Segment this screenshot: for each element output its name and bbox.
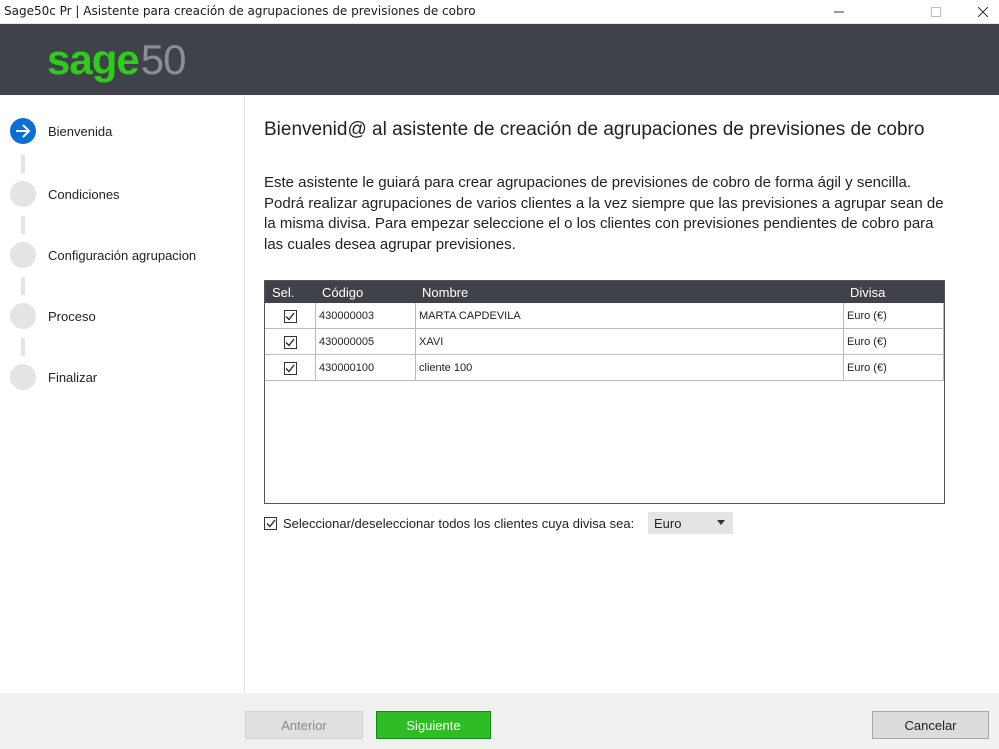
grid-header: Sel. Código Nombre Divisa	[265, 281, 944, 303]
step-circle	[10, 364, 36, 390]
minimize-button[interactable]	[816, 0, 862, 24]
window-titlebar: Sage50c Pr | Asistente para creación de …	[0, 0, 999, 24]
arrow-right-icon	[16, 124, 31, 138]
column-header-codigo[interactable]: Código	[322, 285, 363, 300]
close-icon	[978, 7, 988, 17]
step-circle	[10, 242, 36, 268]
step-label: Finalizar	[48, 369, 98, 385]
table-row[interactable]: 430000005 XAVI Euro (€)	[265, 329, 944, 355]
checkmark-icon	[285, 312, 295, 320]
step-configuracion: Configuración agrupacion	[10, 242, 196, 268]
step-label: Bienvenida	[48, 123, 113, 139]
step-label: Proceso	[48, 308, 96, 324]
wizard-footer: Anterior Siguiente Cancelar	[0, 693, 999, 749]
step-circle	[10, 118, 36, 144]
select-all-label[interactable]: Seleccionar/deseleccionar todos los clie…	[283, 516, 634, 531]
window-title: Sage50c Pr | Asistente para creación de …	[4, 4, 476, 18]
row-checkbox[interactable]	[283, 335, 297, 349]
intro-text: Este asistente le guiará para crear agru…	[264, 174, 944, 253]
select-all-checkbox[interactable]	[264, 516, 277, 530]
maximize-button[interactable]	[913, 0, 959, 24]
page-title: Bienvenid@ al asistente de creación de a…	[264, 119, 925, 140]
checkmark-icon	[285, 364, 295, 372]
sage-logo: sage50	[47, 36, 187, 83]
column-header-divisa[interactable]: Divisa	[850, 285, 885, 300]
step-finalizar: Finalizar	[10, 364, 97, 390]
checkmark-icon	[266, 519, 276, 527]
column-header-nombre[interactable]: Nombre	[422, 285, 468, 300]
nombre-cell: XAVI	[415, 329, 843, 355]
step-connector	[21, 338, 25, 356]
previous-button[interactable]: Anterior	[245, 711, 363, 739]
table-row[interactable]: 430000003 MARTA CAPDEVILA Euro (€)	[265, 303, 944, 329]
codigo-cell: 430000003	[315, 303, 415, 329]
select-all-row: Seleccionar/deseleccionar todos los clie…	[264, 512, 634, 534]
step-bienvenida: Bienvenida	[10, 118, 112, 144]
cancel-button[interactable]: Cancelar	[872, 711, 989, 739]
column-header-sel[interactable]: Sel.	[272, 285, 294, 300]
currency-value: Euro	[654, 515, 682, 531]
divisa-cell: Euro (€)	[843, 355, 944, 381]
checkmark-icon	[285, 338, 295, 346]
logo-text: sage	[47, 36, 140, 83]
step-label: Condiciones	[48, 186, 120, 202]
select-cell[interactable]	[265, 329, 315, 355]
select-cell[interactable]	[265, 303, 315, 329]
wizard-steps: Bienvenida Condiciones Configuración agr…	[0, 95, 245, 693]
close-button[interactable]	[960, 0, 999, 24]
step-condiciones: Condiciones	[10, 181, 120, 207]
next-button[interactable]: Siguiente	[376, 711, 491, 739]
chevron-down-icon	[717, 520, 725, 525]
step-label: Configuración agrupacion	[48, 247, 197, 263]
codigo-cell: 430000100	[315, 355, 415, 381]
codigo-cell: 430000005	[315, 329, 415, 355]
step-connector	[21, 277, 25, 295]
maximize-icon	[931, 7, 941, 17]
divisa-cell: Euro (€)	[843, 303, 944, 329]
logo-number: 50	[140, 36, 187, 83]
wizard-content: Bienvenid@ al asistente de creación de a…	[246, 95, 999, 693]
select-cell[interactable]	[265, 355, 315, 381]
step-circle	[10, 303, 36, 329]
step-connector	[21, 155, 25, 173]
table-row[interactable]: 430000100 cliente 100 Euro (€)	[265, 355, 944, 381]
divisa-cell: Euro (€)	[843, 329, 944, 355]
step-circle	[10, 181, 36, 207]
nombre-cell: MARTA CAPDEVILA	[415, 303, 843, 329]
currency-dropdown[interactable]: Euro	[648, 512, 733, 534]
clients-grid: Sel. Código Nombre Divisa 430000003 MART…	[264, 280, 945, 504]
row-checkbox[interactable]	[283, 361, 297, 375]
step-connector	[21, 216, 25, 234]
step-proceso: Proceso	[10, 303, 96, 329]
minimize-icon	[834, 11, 844, 13]
app-header: sage50	[0, 24, 999, 95]
row-checkbox[interactable]	[283, 309, 297, 323]
nombre-cell: cliente 100	[415, 355, 843, 381]
